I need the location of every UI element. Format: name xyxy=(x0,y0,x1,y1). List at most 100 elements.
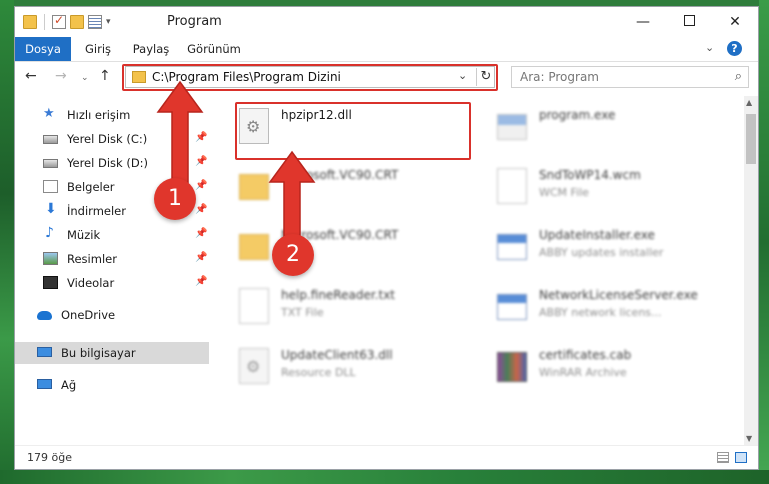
navigation-bar: ← → ⌄ ↑ C:\Program Files\Program Dizini … xyxy=(15,62,758,94)
file-type: ABBY network licens... xyxy=(539,306,662,319)
toolbar-divider xyxy=(44,14,45,30)
tab-home[interactable]: Giriş xyxy=(83,37,113,61)
tab-file[interactable]: Dosya xyxy=(15,37,71,61)
file-name: help.fineReader.txt xyxy=(281,288,395,302)
folder-icon xyxy=(23,15,37,29)
customize-icon[interactable] xyxy=(88,15,102,29)
computer-icon xyxy=(37,347,52,357)
sidebar-item-label: Müzik xyxy=(67,228,101,242)
file-item-certificates-cab[interactable]: certificates.cab WinRAR Archive xyxy=(497,344,727,388)
new-folder-icon[interactable] xyxy=(70,15,84,29)
file-type: Resource DLL xyxy=(281,366,356,379)
title-bar: ▾ Program — ✕ xyxy=(15,7,758,37)
file-type: TXT File xyxy=(281,306,324,319)
sidebar-item-label: Belgeler xyxy=(67,180,115,194)
sidebar-item-label: İndirmeler xyxy=(67,204,126,218)
maximize-icon xyxy=(683,15,695,26)
sidebar-item-label: OneDrive xyxy=(61,308,116,322)
file-type: WinRAR Archive xyxy=(539,366,627,379)
disk-icon xyxy=(43,159,58,168)
sidebar-item-network[interactable]: Ağ xyxy=(15,374,209,396)
dll-file-icon xyxy=(239,348,269,384)
file-name: UpdateInstaller.exe xyxy=(539,228,655,242)
sidebar-item-onedrive[interactable]: OneDrive xyxy=(15,304,209,326)
help-icon[interactable]: ? xyxy=(727,41,742,56)
disk-icon xyxy=(43,135,58,144)
maximize-button[interactable] xyxy=(666,7,712,37)
file-item-sndtowp14[interactable]: SndToWP14.wcm WCM File xyxy=(497,164,727,208)
back-arrow-icon[interactable]: ← xyxy=(25,68,37,84)
sidebar-item-music[interactable]: ♪ Müzik 📌 xyxy=(15,224,209,246)
forward-arrow-icon[interactable]: → xyxy=(55,68,67,84)
desktop-background-left xyxy=(0,0,14,484)
recent-locations-chevron-icon[interactable]: ⌄ xyxy=(81,73,89,83)
vertical-scrollbar[interactable]: ▲ ▼ xyxy=(744,96,758,445)
sidebar-item-label: Yerel Disk (C:) xyxy=(67,132,148,146)
search-box[interactable]: Ara: Program ⌕ xyxy=(511,66,749,88)
pictures-icon xyxy=(43,252,58,265)
file-item-updateinstaller[interactable]: UpdateInstaller.exe ABBY updates install… xyxy=(497,224,727,268)
sidebar-item-label: Ağ xyxy=(61,378,77,392)
archive-file-icon xyxy=(497,352,527,382)
file-name: NetworkLicenseServer.exe xyxy=(539,288,698,302)
file-name: program.exe xyxy=(539,108,616,122)
pin-icon[interactable]: 📌 xyxy=(195,252,207,263)
onedrive-icon xyxy=(37,311,52,320)
quick-access-toolbar: ▾ xyxy=(23,13,111,30)
sidebar-item-videos[interactable]: Videolar 📌 xyxy=(15,272,209,294)
sidebar-item-label: Resimler xyxy=(67,252,117,266)
file-item-help-txt[interactable]: help.fineReader.txt TXT File xyxy=(239,284,469,328)
desktop-background-bottom xyxy=(0,470,769,484)
download-icon: ⬇ xyxy=(45,201,57,217)
file-name: certificates.cab xyxy=(539,348,632,362)
step-badge-1: 1 xyxy=(154,178,196,220)
sidebar-item-label: Yerel Disk (D:) xyxy=(67,156,149,170)
network-icon xyxy=(37,379,52,389)
tab-share[interactable]: Paylaş xyxy=(131,37,171,61)
file-item-program-exe[interactable]: program.exe xyxy=(497,104,727,148)
large-icons-view-icon[interactable] xyxy=(735,452,747,463)
explorer-window: ▾ Program — ✕ Dosya Giriş Paylaş Görünüm… xyxy=(14,6,759,470)
star-icon: ★ xyxy=(43,106,55,121)
sidebar-item-pictures[interactable]: Resimler 📌 xyxy=(15,248,209,270)
pin-icon[interactable]: 📌 xyxy=(195,228,207,239)
item-count: 179 öğe xyxy=(27,451,72,464)
file-item-updateclient63[interactable]: UpdateClient63.dll Resource DLL xyxy=(239,344,469,388)
file-item-networklicenseserver[interactable]: NetworkLicenseServer.exe ABBY network li… xyxy=(497,284,727,328)
status-bar: 179 öğe xyxy=(15,445,758,469)
desktop-background-right xyxy=(759,0,769,484)
minimize-button[interactable]: — xyxy=(620,7,666,37)
details-view-icon[interactable] xyxy=(717,452,729,463)
file-type: ABBY updates installer xyxy=(539,246,664,259)
videos-icon xyxy=(43,276,58,289)
documents-icon xyxy=(43,180,58,193)
exe-file-icon xyxy=(497,234,527,260)
file-type: WCM File xyxy=(539,186,589,199)
up-arrow-icon[interactable]: ↑ xyxy=(99,68,111,84)
scrollbar-thumb[interactable] xyxy=(746,114,756,164)
program-file-icon xyxy=(497,114,527,140)
search-placeholder: Ara: Program xyxy=(520,70,599,84)
scroll-up-icon[interactable]: ▲ xyxy=(746,98,752,107)
chevron-down-icon[interactable]: ▾ xyxy=(106,17,111,27)
music-icon: ♪ xyxy=(45,225,54,241)
tab-view[interactable]: Görünüm xyxy=(187,37,241,61)
file-name: UpdateClient63.dll xyxy=(281,348,393,362)
sidebar-item-this-pc[interactable]: Bu bilgisayar xyxy=(15,342,209,364)
scroll-down-icon[interactable]: ▼ xyxy=(746,434,752,443)
text-file-icon xyxy=(239,288,269,324)
sidebar-item-label: Videolar xyxy=(67,276,115,290)
window-title: Program xyxy=(167,14,222,29)
ribbon: Dosya Giriş Paylaş Görünüm ⌄ ? xyxy=(15,37,758,62)
sidebar-item-label: Bu bilgisayar xyxy=(61,346,136,360)
step-badge-2: 2 xyxy=(272,234,314,276)
ribbon-expand-icon[interactable]: ⌄ xyxy=(705,41,714,54)
file-icon xyxy=(497,168,527,204)
sidebar-item-label: Hızlı erişim xyxy=(67,108,131,122)
exe-file-icon xyxy=(497,294,527,320)
properties-check-icon[interactable] xyxy=(52,13,66,29)
search-icon[interactable]: ⌕ xyxy=(735,69,742,84)
close-button[interactable]: ✕ xyxy=(712,7,758,37)
file-name: SndToWP14.wcm xyxy=(539,168,641,182)
pin-icon[interactable]: 📌 xyxy=(195,276,207,287)
